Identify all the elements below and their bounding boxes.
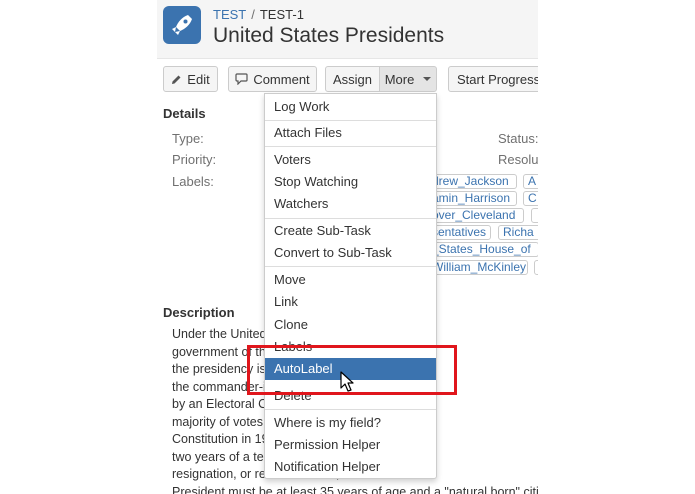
menu-item-clone[interactable]: Clone bbox=[265, 314, 436, 336]
menu-item-log-work[interactable]: Log Work bbox=[265, 96, 436, 118]
more-actions-menu: Log Work Attach Files Voters Stop Watchi… bbox=[264, 93, 437, 479]
menu-item-attach-files[interactable]: Attach Files bbox=[265, 122, 436, 144]
labels-label: Labels: bbox=[172, 174, 214, 189]
label-tag[interactable]: William_McKinley bbox=[427, 260, 528, 275]
description-heading: Description bbox=[163, 305, 235, 320]
rocket-icon bbox=[172, 15, 192, 35]
label-tag[interactable] bbox=[534, 260, 538, 275]
label-tag[interactable]: C bbox=[523, 191, 538, 206]
menu-divider bbox=[265, 146, 436, 147]
menu-item-watchers[interactable]: Watchers bbox=[265, 193, 436, 215]
label-tag[interactable]: _States_House_of bbox=[427, 242, 538, 257]
chevron-down-icon bbox=[423, 77, 432, 81]
label-tag[interactable]: amin_Harrison bbox=[427, 191, 517, 206]
menu-item-stop-watching[interactable]: Stop Watching bbox=[265, 171, 436, 193]
menu-item-voters[interactable]: Voters bbox=[265, 149, 436, 171]
description-line: President must be at least 35 years of a… bbox=[172, 484, 538, 494]
breadcrumb-issue-key[interactable]: TEST-1 bbox=[260, 7, 304, 22]
more-button-label: More bbox=[384, 71, 415, 87]
label-tag[interactable] bbox=[531, 208, 538, 223]
label-tag[interactable]: Richa bbox=[498, 225, 538, 240]
type-label: Type: bbox=[172, 131, 204, 146]
menu-item-convert-to-sub-task[interactable]: Convert to Sub-Task bbox=[265, 242, 436, 264]
menu-item-permission-helper[interactable]: Permission Helper bbox=[265, 434, 436, 456]
menu-divider bbox=[265, 409, 436, 410]
menu-divider bbox=[265, 120, 436, 121]
label-tag[interactable]: drew_Jackson bbox=[427, 174, 517, 189]
comment-button-label: Comment bbox=[253, 71, 310, 87]
comment-button[interactable]: Comment bbox=[228, 66, 317, 92]
menu-divider bbox=[265, 266, 436, 267]
more-button[interactable]: More bbox=[379, 66, 437, 92]
priority-label: Priority: bbox=[172, 152, 217, 167]
page-title: United States Presidents bbox=[213, 24, 445, 47]
menu-item-link[interactable]: Link bbox=[265, 291, 436, 313]
breadcrumb-separator: / bbox=[251, 7, 255, 22]
label-tag[interactable]: over_Cleveland bbox=[427, 208, 524, 223]
speech-bubble-icon bbox=[235, 73, 248, 85]
breadcrumb-project-link[interactable]: TEST bbox=[213, 7, 246, 22]
menu-item-notification-helper[interactable]: Notification Helper bbox=[265, 456, 436, 478]
edit-button-label: Edit bbox=[187, 71, 210, 87]
menu-item-move[interactable]: Move bbox=[265, 269, 436, 291]
menu-item-create-sub-task[interactable]: Create Sub-Task bbox=[265, 220, 436, 242]
details-heading: Details bbox=[163, 106, 206, 121]
assign-button[interactable]: Assign bbox=[325, 66, 380, 92]
breadcrumb: TEST / TEST-1 bbox=[213, 7, 304, 22]
assign-button-label: Assign bbox=[332, 71, 373, 87]
label-tag[interactable]: A bbox=[523, 174, 538, 189]
menu-divider bbox=[265, 218, 436, 219]
start-progress-label: Start Progress bbox=[457, 71, 538, 87]
resolution-label: Resolu bbox=[498, 152, 538, 167]
menu-item-where-is-my-field[interactable]: Where is my field? bbox=[265, 412, 436, 434]
mouse-pointer-icon bbox=[340, 371, 354, 392]
status-label: Status: bbox=[498, 131, 538, 146]
start-progress-button[interactable]: Start Progress bbox=[448, 66, 538, 92]
project-avatar[interactable] bbox=[163, 6, 201, 44]
edit-button[interactable]: Edit bbox=[163, 66, 218, 92]
pencil-icon bbox=[172, 75, 181, 84]
